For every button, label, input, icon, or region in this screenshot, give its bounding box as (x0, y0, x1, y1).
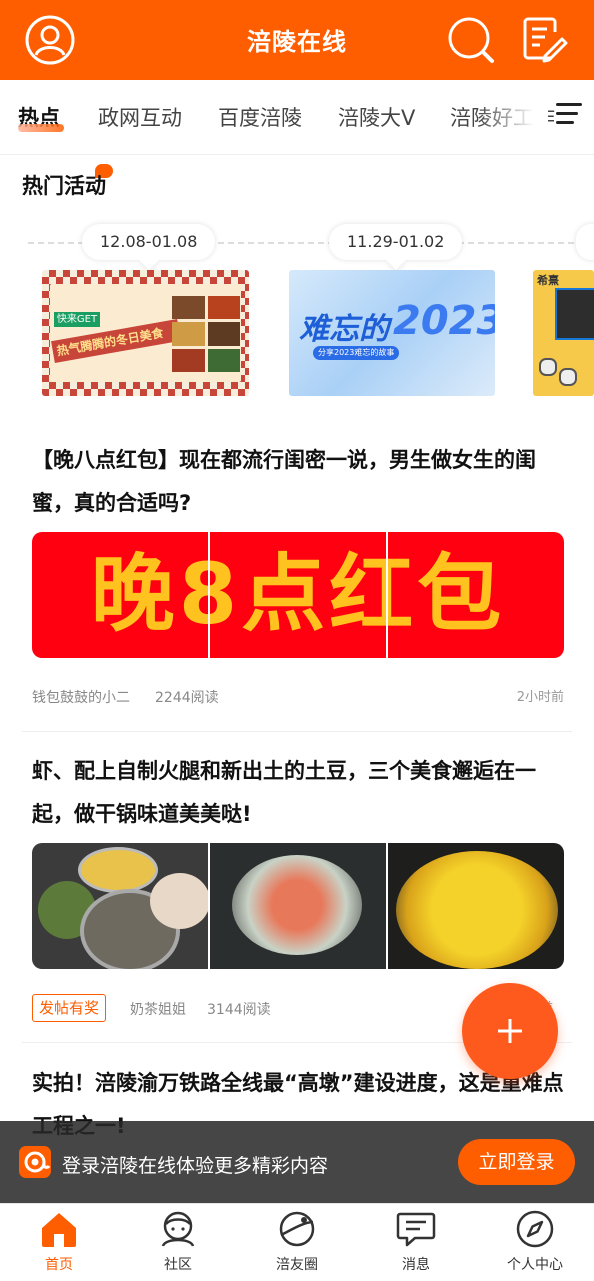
login-prompt-text: 登录涪陵在线体验更多精彩内容 (62, 1155, 329, 1177)
food-photo-grid (172, 296, 240, 372)
message-icon (396, 1212, 436, 1247)
tab-baidu-fuling[interactable]: 百度涪陵 (218, 102, 302, 132)
activity-date-pill: 11.29-01.02 (329, 224, 463, 270)
tab-fuling-bigv[interactable]: 涪陵大V (338, 102, 415, 132)
nav-messages[interactable]: 消息 (357, 1206, 475, 1276)
nav-label: 涪友圈 (276, 1257, 318, 1273)
edit-note-icon[interactable] (518, 14, 570, 66)
nav-community[interactable]: 社区 (119, 1206, 237, 1276)
login-button[interactable]: 立即登录 (458, 1139, 575, 1185)
article-image-shrimp[interactable] (210, 843, 386, 969)
nav-label: 消息 (402, 1257, 430, 1273)
reward-tag[interactable]: 发帖有奖 (32, 994, 107, 1022)
activity-date-pill (576, 224, 594, 260)
at-logo-icon (24, 1151, 51, 1173)
article-time: 2小时前 (516, 690, 564, 705)
menu-icon[interactable] (556, 102, 584, 126)
activity-date: 12.08-01.08 (100, 232, 198, 251)
create-post-button[interactable] (462, 983, 558, 1079)
article-banner-red-packet[interactable]: 晚8点红包 (32, 532, 564, 658)
active-tab-indicator (18, 124, 64, 132)
article-reads: 3144阅读 (207, 1002, 271, 1018)
article-image-fries[interactable] (388, 843, 564, 969)
app-title: 涪陵在线 (247, 28, 347, 56)
banner-headline-year: 2023 (393, 298, 495, 344)
article-author[interactable]: 奶茶姐姐 (130, 999, 186, 1019)
nav-profile[interactable]: 个人中心 (476, 1206, 594, 1276)
article-title[interactable]: 【晚八点红包】现在都流行闺密一说，男生做女生的闺蜜，真的合适吗? (32, 439, 568, 525)
article-title[interactable]: 虾、配上自制火腿和新出土的土豆，三个美食邂逅在一起，做干锅味道美美哒! (32, 750, 568, 836)
nav-label: 个人中心 (507, 1257, 563, 1273)
tabs-fade (478, 90, 548, 146)
nav-label: 社区 (164, 1257, 192, 1273)
compass-icon (516, 1210, 554, 1248)
plus-icon (498, 1019, 522, 1043)
app-logo-icon (19, 1146, 51, 1178)
activity-banner-partial[interactable]: 希熹 (533, 270, 594, 396)
article-image-ingredients[interactable] (32, 843, 208, 969)
nav-friends-circle[interactable]: 涪友圈 (238, 1206, 356, 1276)
article-author[interactable]: 钱包鼓鼓的小二 (32, 687, 130, 707)
nav-label: 首页 (45, 1257, 73, 1273)
nav-home[interactable]: 首页 (0, 1206, 118, 1276)
activity-date-pill: 12.08-01.08 (82, 224, 216, 270)
planet-icon (279, 1211, 315, 1247)
tab-gov-interaction[interactable]: 政网互动 (98, 102, 182, 132)
banner-subtitle: 分享2023难忘的故事 (313, 346, 400, 360)
banner-headline-a: 难忘的 (299, 312, 389, 347)
activity-banner-winter-food[interactable]: 快来GET 热气腾腾的冬日美食 (42, 270, 249, 396)
article-reads: 2244阅读 (155, 690, 219, 706)
banner-tag: 快来GET (54, 312, 100, 327)
banner-side-text: 希熹 (537, 274, 559, 287)
banner-text: 晚8点红包 (90, 545, 506, 643)
user-circle-icon[interactable] (24, 14, 76, 66)
section-title-hot: 热门活动 (22, 174, 106, 198)
home-icon (42, 1213, 76, 1247)
community-icon (161, 1211, 195, 1247)
activity-date: 11.29-01.02 (347, 232, 445, 251)
divider (22, 731, 572, 732)
activity-banner-2023[interactable]: 难忘的 2023 分享2023难忘的故事 (289, 270, 495, 396)
search-icon[interactable] (446, 14, 498, 66)
